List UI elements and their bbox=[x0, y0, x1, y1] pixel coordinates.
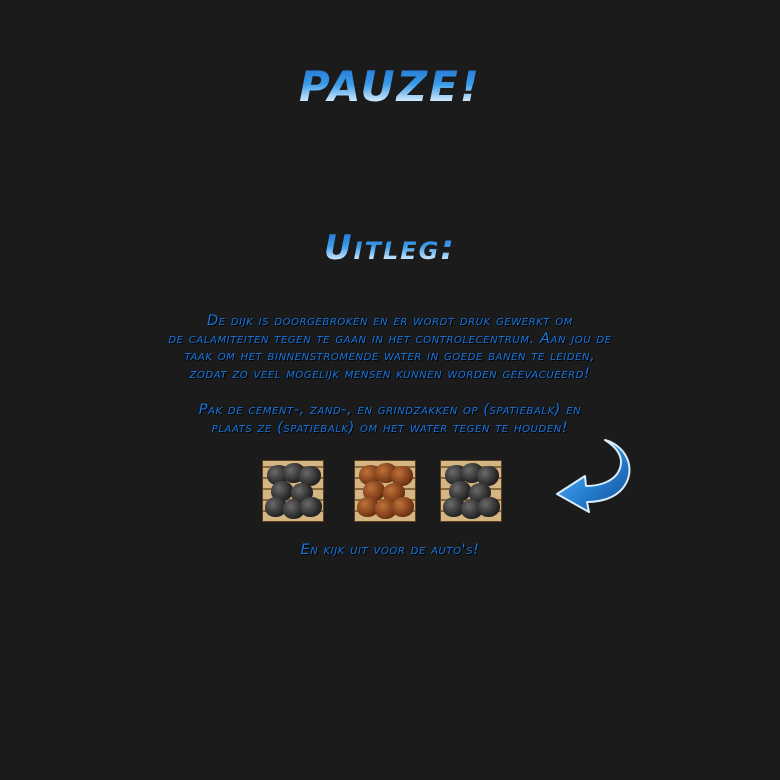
controls-paragraph: Pak de cement-, zand-, en grindzakken op… bbox=[40, 402, 740, 437]
curved-arrow-icon bbox=[556, 439, 631, 513]
story-line: De dijk is doorgebroken en er wordt druk… bbox=[206, 313, 573, 329]
story-paragraph: De dijk is doorgebroken en er wordt druk… bbox=[40, 313, 740, 383]
cement-bags-icon bbox=[262, 460, 324, 522]
gravel-bags-icon bbox=[440, 460, 502, 522]
story-line: taak om het binnenstromende water in goe… bbox=[184, 348, 596, 364]
story-line: de calamiteiten tegen te gaan in het con… bbox=[168, 330, 612, 347]
pause-title: PAUZE! bbox=[0, 62, 780, 111]
controls-line: plaats ze (spatiebalk) om het water tege… bbox=[211, 419, 569, 436]
story-line: zodat zo veel mogelijk mensen kunnen wor… bbox=[189, 365, 591, 382]
sand-bags-icon bbox=[354, 460, 416, 522]
instructions-heading: Uitleg: bbox=[0, 228, 780, 268]
controls-line: Pak de cement-, zand-, en grindzakken op… bbox=[198, 402, 582, 418]
cars-warning: En kijk uit voor de auto's! bbox=[300, 542, 480, 558]
